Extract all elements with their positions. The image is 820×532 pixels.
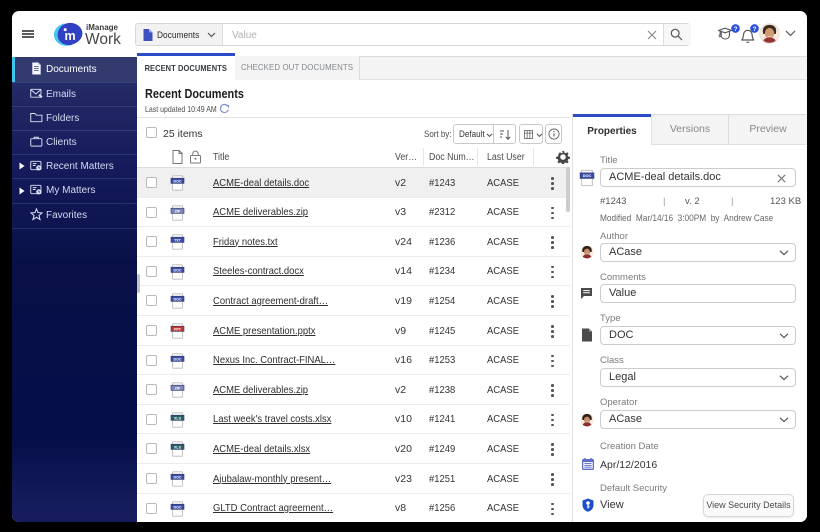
svg-text:PPT: PPT [174, 327, 182, 331]
svg-text:?: ? [753, 26, 757, 33]
svg-text:ZIP: ZIP [175, 386, 181, 390]
svg-text:DOC: DOC [583, 174, 592, 178]
svg-text:DOC: DOC [174, 475, 182, 479]
svg-text:XLS: XLS [174, 446, 182, 450]
svg-text:m: m [64, 29, 75, 43]
svg-text:?: ? [734, 26, 738, 33]
svg-text:DOC: DOC [174, 179, 182, 183]
svg-text:DOC: DOC [174, 298, 182, 302]
svg-text:DOC: DOC [174, 268, 182, 272]
svg-text:ZIP: ZIP [175, 209, 181, 213]
svg-text:XLS: XLS [174, 416, 182, 420]
svg-text:DOC: DOC [174, 505, 182, 509]
svg-text:TXT: TXT [174, 238, 182, 242]
svg-text:DOC: DOC [174, 357, 182, 361]
